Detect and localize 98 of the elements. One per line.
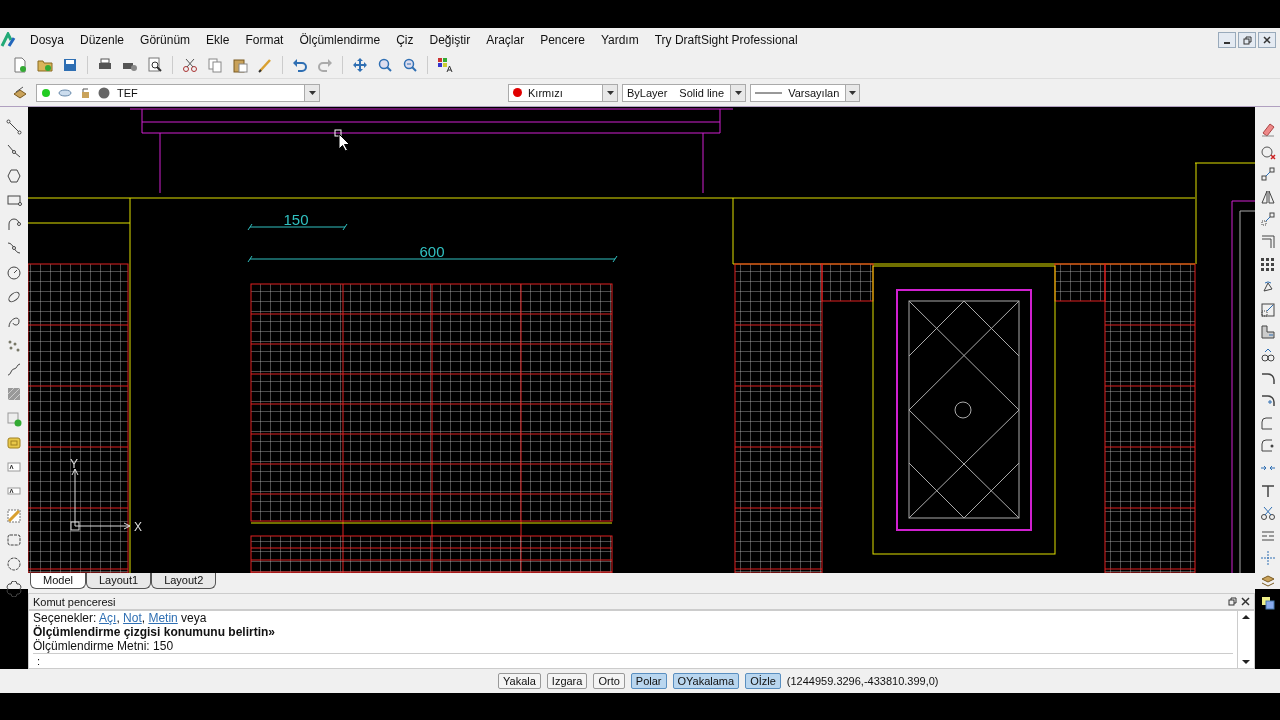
curve-icon[interactable] [6,240,22,257]
line-sample-icon [755,90,783,95]
break-icon[interactable] [1259,437,1276,454]
close-icon[interactable] [1241,597,1250,606]
toggle-button[interactable]: Izgara [546,673,588,689]
open-folder-icon[interactable] [37,57,53,73]
option-link[interactable]: Not [123,611,142,625]
drawing-canvas[interactable]: 150 600 Y X [28,107,1255,573]
toggle-button[interactable]: Yakala [498,673,541,689]
ucs-axis-icon [70,468,131,531]
menu-item[interactable]: Format [237,33,292,47]
extend-icon[interactable] [1259,482,1276,499]
menu-item[interactable]: Düzenle [72,33,133,47]
offset-icon[interactable] [1259,233,1276,250]
options-line: Seçenekler: Açı, Not, Metin veya [33,611,208,625]
cut-icon[interactable] [182,57,198,73]
trim-corner-icon[interactable] [1259,392,1276,409]
edit-points-icon[interactable] [1259,346,1276,363]
zoom-icon[interactable] [377,57,393,73]
dimension-label: 600 [419,243,445,260]
menu-item[interactable]: Çiz [388,33,422,47]
caret-icon [734,90,742,95]
copy-icon[interactable] [207,57,223,73]
toggle-button[interactable]: Polar [630,673,667,689]
new-file-icon[interactable] [12,57,28,73]
caret-icon [606,90,614,95]
stretch-icon[interactable] [1259,324,1276,341]
menu-item[interactable]: Değiştir [421,33,479,47]
scissors-icon[interactable] [1259,505,1276,522]
caret-icon [849,90,857,95]
layout-tab[interactable]: Layout2 [151,573,217,589]
dimension-label: 150 [283,211,309,228]
menu-item[interactable]: Dosya [22,33,72,47]
move-icon[interactable] [1259,211,1276,228]
eraser-icon[interactable] [1259,121,1276,137]
arc-icon[interactable] [6,216,22,233]
restore-button[interactable] [1238,32,1256,48]
pencil-icon[interactable] [6,507,22,524]
save-icon[interactable] [62,57,78,73]
axis-label: Y [70,457,78,471]
toggle-button[interactable]: OYakalama [672,673,740,689]
menu-item[interactable]: Try DraftSight Professional [646,33,806,47]
palette-icon[interactable] [437,57,453,73]
coordinates-readout: (1244959.3296,-433810.399,0) [786,675,939,687]
layer-manager-icon[interactable] [12,84,28,101]
line-icon[interactable] [6,119,22,135]
toggle-button[interactable]: Oİzle [745,673,781,689]
restore-icon[interactable] [1228,597,1237,606]
panel-title: Komut penceresi [33,595,116,608]
undo-icon[interactable] [292,57,308,73]
menu-item[interactable]: Pencere [532,33,593,47]
menu-item[interactable]: Görünüm [132,33,199,47]
restore-icon [1242,35,1252,45]
layer-dropdown[interactable]: TEF [36,83,320,102]
layer-state-icon [41,86,111,99]
mirror-icon[interactable] [1259,188,1276,205]
polyline-icon[interactable] [6,143,22,160]
command-prompt: Ölçümlendirme çizgisi konumunu belirtin» [33,625,277,639]
copy-entity-icon[interactable] [1259,166,1276,183]
option-link[interactable]: Metin [148,611,178,625]
cloud-circle-icon[interactable] [6,556,22,573]
scale-icon[interactable] [1259,301,1276,318]
note-icon[interactable] [6,434,22,451]
app-logo-icon [0,32,18,48]
print-preview-icon[interactable] [147,57,163,73]
axis-label: X [134,520,142,534]
menu-item[interactable]: Yardım [592,33,647,47]
circle-delete-icon[interactable] [1259,143,1276,160]
layout-tab[interactable]: Model [30,573,86,589]
hexagon-icon[interactable] [6,167,22,184]
command-input-field[interactable]: : [33,653,1233,668]
toggle-button[interactable]: Orto [593,673,625,689]
caret-icon [308,90,316,95]
draw-order-icon[interactable] [1259,595,1276,612]
menu-item[interactable]: Ölçümlendirme [291,33,389,47]
circle-icon[interactable] [6,264,22,281]
zoom-window-icon[interactable] [402,57,418,73]
linetype-dropdown[interactable]: ByLayer Solid line [622,83,746,102]
hatch-icon[interactable] [6,386,22,403]
pick-box-icon [334,129,342,137]
command-output: Ölçümlendirme Metni: 150 [33,639,175,653]
paste-icon[interactable] [232,57,248,73]
minimize-button[interactable] [1218,32,1236,48]
brush-icon[interactable] [257,57,273,73]
lineweight-dropdown[interactable]: Varsayılan [750,83,860,102]
text-insert-icon[interactable] [6,410,22,427]
close-button[interactable] [1258,32,1276,48]
close-icon [1263,36,1271,44]
menu-item[interactable]: Araçlar [478,33,533,47]
pattern-grid-icon[interactable] [1259,256,1276,273]
pan-icon[interactable] [352,57,368,73]
color-dropdown[interactable]: Kırmızı [508,83,618,102]
menu-item[interactable]: Ekle [198,33,238,47]
cloud-shape-icon[interactable] [6,580,22,597]
spline-icon[interactable] [6,361,22,378]
pointer-icon [338,133,350,152]
cloud-rectangle-icon[interactable] [6,532,22,549]
layout-tab[interactable]: Layout1 [85,573,152,589]
